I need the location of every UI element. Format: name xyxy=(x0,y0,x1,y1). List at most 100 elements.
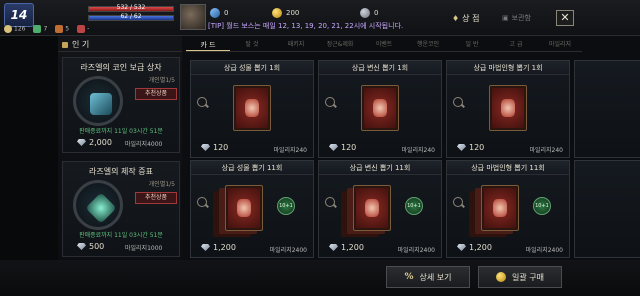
diamond-icon xyxy=(329,144,338,151)
percent-icon: % xyxy=(404,272,414,282)
product-card[interactable]: 상급 마법인형 뽑기 11회 10+1 1,200 마일리지2400 xyxy=(446,160,570,258)
zoom-icon[interactable] xyxy=(325,97,335,107)
diamond-icon xyxy=(457,144,466,151)
diamond-icon xyxy=(201,144,210,151)
popular-item-craft-token[interactable]: 라즈엘의 제작 증표 개인별1/5 추천상품 판매종료까지 11일 03시간 5… xyxy=(62,161,180,257)
tab-package[interactable]: 패키지 xyxy=(274,38,318,51)
stat-3: 5 xyxy=(55,25,69,33)
diamond-icon xyxy=(201,244,210,251)
storage-icon: ▣ xyxy=(502,14,509,22)
close-button[interactable]: ✕ xyxy=(556,10,574,26)
tab-mileage[interactable]: 마일리지 xyxy=(538,38,582,51)
popular-item-price: 2,000 xyxy=(77,138,112,147)
product-mileage: 마일리지2400 xyxy=(269,247,307,254)
product-price: 120 xyxy=(201,143,228,152)
hp-text: 532 / 532 xyxy=(116,4,146,11)
product-price: 1,200 xyxy=(457,243,492,252)
popular-item-title: 라즈엘의 코인 보급 상자 xyxy=(80,63,162,72)
gold-coin-icon xyxy=(496,272,506,282)
product-card[interactable]: 상급 변신 뽑기 11회 10+1 1,200 마일리지2400 xyxy=(318,160,442,258)
tab-event[interactable]: 이벤트 xyxy=(362,38,406,51)
zoom-icon[interactable] xyxy=(325,197,335,207)
product-title: 상급 성물 뽑기 1회 xyxy=(191,61,313,75)
tab-lucky-coin[interactable]: 행운코인 xyxy=(406,38,450,51)
gold-stat-icon xyxy=(4,25,12,33)
bonus-badge: 10+1 xyxy=(533,197,551,215)
top-bar: 14 532 / 532 62 / 62 126 7 5 - 0 200 0 [… xyxy=(0,0,640,36)
product-title: 상급 변신 뽑기 11회 xyxy=(319,161,441,175)
zoom-icon[interactable] xyxy=(197,97,207,107)
popular-item-price: 500 xyxy=(77,242,104,251)
potion-stat-icon xyxy=(33,25,42,33)
popular-header: 인 기 xyxy=(58,38,182,52)
tab-mount[interactable]: 탈 것 xyxy=(230,38,274,51)
stat-1: 126 xyxy=(4,25,25,33)
product-title: 상급 마법인형 뽑기 11회 xyxy=(447,161,569,175)
stat-4: - xyxy=(77,25,89,33)
card-stack-image xyxy=(481,185,519,231)
product-title: 상급 성물 뽑기 11회 xyxy=(191,161,313,175)
zoom-icon[interactable] xyxy=(453,97,463,107)
product-mileage: 마일리지240 xyxy=(401,147,435,154)
avatar[interactable] xyxy=(180,4,206,30)
product-mileage: 마일리지240 xyxy=(529,147,563,154)
product-price: 120 xyxy=(329,143,356,152)
zoom-icon[interactable] xyxy=(197,197,207,207)
diamond-icon xyxy=(210,8,220,18)
hp-bar: 532 / 532 xyxy=(88,4,174,12)
product-title: 상급 변신 뽑기 1회 xyxy=(319,61,441,75)
tab-refine[interactable]: 정근&제화 xyxy=(318,38,362,51)
bonus-badge: 10+1 xyxy=(405,197,423,215)
tab-premium[interactable]: 고 급 xyxy=(494,38,538,51)
product-grid: 상급 성물 뽑기 1회 120 마일리지240 상급 변신 뽑기 1회 120 … xyxy=(186,54,640,260)
bonus-badge: 10+1 xyxy=(277,197,295,215)
sale-countdown: 판매종료까지 11일 03시간 51분 xyxy=(79,128,163,135)
popular-item-limit: 개인별1/5 xyxy=(148,77,175,84)
craft-token-image xyxy=(73,180,123,230)
product-price: 1,200 xyxy=(329,243,364,252)
bulk-buy-button[interactable]: 일괄 구매 xyxy=(478,266,562,288)
store-button[interactable]: ♦ 상 점 xyxy=(452,10,496,26)
mp-bar: 62 / 62 xyxy=(88,13,174,21)
currency-gold: 200 xyxy=(272,6,299,20)
coin-box-image xyxy=(73,76,123,126)
stat-2: 7 xyxy=(33,25,47,33)
popular-item-limit: 개인별1/5 xyxy=(148,181,175,188)
diamond-icon xyxy=(77,243,86,250)
product-mileage: 마일리지2400 xyxy=(525,247,563,254)
storage-button[interactable]: ▣ 보관함 xyxy=(502,10,548,26)
mileage-coin-icon xyxy=(360,8,370,18)
product-mileage: 마일리지240 xyxy=(273,147,307,154)
product-card-partial[interactable] xyxy=(574,60,640,158)
recommend-tag: 추천상품 xyxy=(135,88,177,100)
left-strip xyxy=(0,36,58,260)
product-card-partial[interactable] xyxy=(574,160,640,258)
tab-card[interactable]: 카 드 xyxy=(186,38,230,51)
recommend-tag: 추천상품 xyxy=(135,192,177,204)
product-price: 120 xyxy=(457,143,484,152)
diamond-icon xyxy=(457,244,466,251)
card-pack-image xyxy=(233,85,271,131)
currency-mileage: 0 xyxy=(360,6,378,20)
zoom-icon[interactable] xyxy=(453,197,463,207)
popular-item-coin-box[interactable]: 라즈엘의 코인 보급 상자 개인별1/5 추천상품 판매종료까지 11일 03시… xyxy=(62,57,180,153)
craft-token-icon xyxy=(85,192,117,224)
store-icon: ♦ xyxy=(452,13,460,23)
stat-row: 126 7 5 - xyxy=(4,23,89,35)
product-card[interactable]: 상급 성물 뽑기 11회 10+1 1,200 마일리지2400 xyxy=(190,160,314,258)
coin-box-icon xyxy=(90,93,112,115)
card-stack-image xyxy=(225,185,263,231)
card-stack-image xyxy=(353,185,391,231)
product-card[interactable]: 상급 성물 뽑기 1회 120 마일리지240 xyxy=(190,60,314,158)
detail-button[interactable]: % 상세 보기 xyxy=(386,266,470,288)
diamond-icon xyxy=(329,244,338,251)
scroll-stat-icon xyxy=(55,25,64,33)
buff-stat-icon xyxy=(77,25,86,33)
product-card[interactable]: 상급 마법인형 뽑기 1회 120 마일리지240 xyxy=(446,60,570,158)
tab-general[interactable]: 일 반 xyxy=(450,38,494,51)
popular-bullet-icon xyxy=(62,41,68,48)
card-pack-image xyxy=(489,85,527,131)
popular-item-mileage: 마일리지1000 xyxy=(125,245,163,252)
currency-diamond: 0 xyxy=(210,6,228,20)
product-card[interactable]: 상급 변신 뽑기 1회 120 마일리지240 xyxy=(318,60,442,158)
